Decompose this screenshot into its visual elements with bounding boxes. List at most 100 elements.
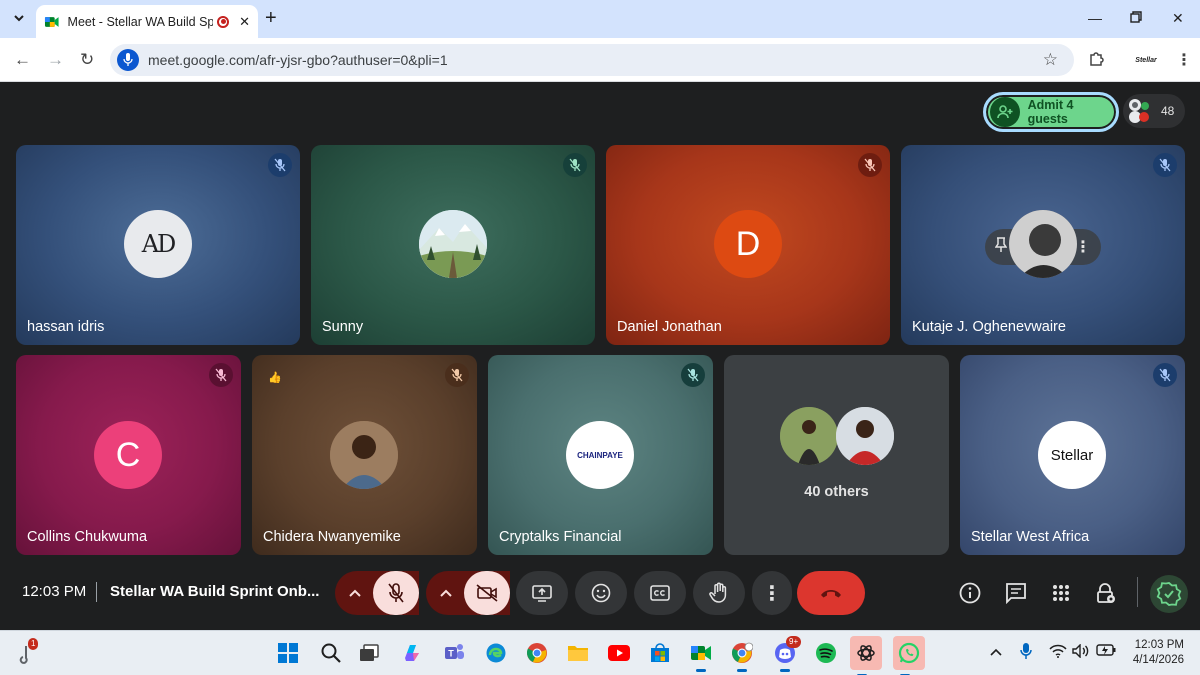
chrome-profile-icon[interactable] bbox=[730, 641, 754, 672]
closed-captions-icon bbox=[650, 585, 670, 601]
camera-off-icon bbox=[476, 584, 498, 602]
avatar: D bbox=[714, 210, 782, 278]
battery-icon[interactable] bbox=[1096, 644, 1116, 659]
google-meet-taskbar-icon[interactable] bbox=[689, 641, 713, 672]
present-screen-button[interactable] bbox=[516, 571, 568, 615]
windows-taskbar: 1 T 9+ 12:03 PM 4/14/2026 bbox=[0, 630, 1200, 675]
avatar bbox=[836, 407, 894, 465]
meeting-clock: 12:03 PM bbox=[22, 583, 87, 600]
muted-mic-icon bbox=[209, 363, 233, 387]
more-options-button[interactable]: ⋮ bbox=[752, 571, 792, 615]
browser-toolbar: ← → ↻ meet.google.com/afr-yjsr-gbo?authu… bbox=[0, 38, 1200, 82]
chevron-up-icon bbox=[349, 589, 361, 597]
discord-icon[interactable]: 9+ bbox=[773, 636, 802, 672]
forward-icon[interactable]: → bbox=[47, 50, 64, 70]
whatsapp-icon[interactable] bbox=[893, 636, 925, 675]
microphone-toggle-button[interactable] bbox=[373, 571, 419, 615]
participant-tile[interactable]: AD hassan idris bbox=[16, 145, 300, 345]
spotify-icon[interactable] bbox=[814, 641, 838, 665]
check-badge-icon bbox=[1156, 582, 1182, 606]
address-bar[interactable]: meet.google.com/afr-yjsr-gbo?authuser=0&… bbox=[110, 44, 1074, 76]
new-tab-icon[interactable]: + bbox=[265, 8, 277, 28]
tab-close-icon[interactable]: ✕ bbox=[239, 14, 250, 30]
raise-hand-button[interactable] bbox=[693, 571, 745, 615]
chevron-up-icon bbox=[440, 589, 452, 597]
avatar: Stellar bbox=[1038, 421, 1106, 489]
copilot-icon[interactable] bbox=[400, 641, 424, 665]
google-meet-icon bbox=[44, 16, 59, 27]
participant-name: Sunny bbox=[322, 319, 364, 335]
admit-guests-button[interactable]: Admit 4 guests bbox=[983, 92, 1119, 132]
svg-text:T: T bbox=[448, 649, 454, 659]
activities-grid-icon[interactable] bbox=[1049, 581, 1073, 605]
participant-tile[interactable]: C Collins Chukwuma bbox=[16, 355, 241, 555]
task-view-icon[interactable] bbox=[357, 641, 381, 665]
emoji-icon bbox=[591, 583, 611, 603]
admit-guests-label: Admit 4 guests bbox=[1027, 98, 1074, 126]
camera-toggle-button[interactable] bbox=[464, 571, 510, 615]
participants-button[interactable]: 48 bbox=[1123, 94, 1185, 128]
participant-tile[interactable]: Sunny bbox=[311, 145, 595, 345]
show-hidden-icons-chevron-icon[interactable] bbox=[990, 644, 1002, 659]
browser-tab-meet[interactable]: Meet - Stellar WA Build Sprint ✕ bbox=[36, 5, 258, 38]
leave-call-button[interactable] bbox=[797, 571, 865, 615]
voice-search-mic-icon[interactable] bbox=[117, 49, 139, 71]
microphone-in-use-icon[interactable] bbox=[1020, 642, 1032, 663]
weather-widget-icon[interactable]: 1 bbox=[14, 638, 39, 666]
file-explorer-icon[interactable] bbox=[566, 641, 590, 665]
avatar-letter: D bbox=[735, 224, 761, 263]
reload-icon[interactable]: ↻ bbox=[80, 50, 94, 70]
participant-tile[interactable]: ⋮ Kutaje J. Oghenevwaire bbox=[901, 145, 1185, 345]
participant-tile[interactable]: Stellar Stellar West Africa bbox=[960, 355, 1185, 555]
meeting-info-icon[interactable] bbox=[958, 581, 982, 605]
volume-icon[interactable] bbox=[1072, 643, 1090, 661]
host-controls-lock-icon[interactable] bbox=[1094, 581, 1118, 605]
microsoft-store-icon[interactable] bbox=[648, 641, 672, 665]
start-windows-icon[interactable] bbox=[276, 641, 300, 665]
participant-tile[interactable]: CHAINPAYE Cryptalks Financial bbox=[488, 355, 713, 555]
raise-hand-icon bbox=[709, 582, 727, 603]
divider bbox=[1137, 577, 1138, 607]
participant-name: Daniel Jonathan bbox=[617, 319, 722, 335]
avatar: C bbox=[94, 421, 162, 489]
browser-menu-icon[interactable]: ⋮ bbox=[1176, 50, 1192, 70]
others-count-label: 40 others bbox=[804, 484, 869, 500]
others-tile[interactable]: 40 others bbox=[724, 355, 949, 555]
participant-tile[interactable]: 👍 Chidera Nwanyemike bbox=[252, 355, 477, 555]
divider bbox=[96, 582, 97, 602]
chat-icon[interactable] bbox=[1004, 581, 1028, 605]
extensions-puzzle-icon[interactable] bbox=[1088, 49, 1106, 72]
companion-shield-button[interactable] bbox=[1150, 575, 1188, 613]
search-icon[interactable] bbox=[319, 641, 343, 665]
more-options-icon[interactable]: ⋮ bbox=[1075, 237, 1091, 257]
end-call-icon bbox=[821, 590, 841, 598]
url-text[interactable]: meet.google.com/afr-yjsr-gbo?authuser=0&… bbox=[148, 52, 448, 68]
muted-mic-icon bbox=[268, 153, 292, 177]
chrome-icon[interactable] bbox=[525, 641, 549, 665]
avatar-letter: C bbox=[115, 435, 141, 474]
bookmark-star-icon[interactable]: ☆ bbox=[1043, 50, 1058, 70]
chatgpt-icon[interactable] bbox=[850, 636, 882, 675]
thumbs-up-reaction-icon: 👍 bbox=[268, 372, 282, 384]
profile-avatar[interactable]: Stellar bbox=[1131, 49, 1161, 71]
avatar-logo-text: CHAINPAYE bbox=[577, 450, 623, 460]
restore-icon[interactable] bbox=[1130, 10, 1142, 26]
window-close-icon[interactable]: ✕ bbox=[1172, 10, 1184, 27]
muted-mic-icon bbox=[681, 363, 705, 387]
wifi-icon[interactable] bbox=[1049, 644, 1067, 661]
tab-search-chevron-icon[interactable] bbox=[8, 7, 30, 29]
muted-mic-icon bbox=[445, 363, 469, 387]
back-icon[interactable]: ← bbox=[14, 50, 31, 70]
captions-button[interactable] bbox=[634, 571, 686, 615]
participant-tile[interactable]: D Daniel Jonathan bbox=[606, 145, 890, 345]
mic-off-icon bbox=[388, 583, 404, 603]
minimize-icon[interactable]: — bbox=[1088, 10, 1102, 26]
pin-icon[interactable] bbox=[994, 236, 1008, 258]
edge-icon[interactable] bbox=[484, 641, 508, 665]
system-clock[interactable]: 12:03 PM 4/14/2026 bbox=[1118, 638, 1184, 668]
teams-icon[interactable]: T bbox=[442, 641, 466, 665]
reactions-button[interactable] bbox=[575, 571, 627, 615]
youtube-icon[interactable] bbox=[607, 641, 631, 665]
add-person-icon bbox=[990, 97, 1020, 127]
muted-mic-icon bbox=[563, 153, 587, 177]
